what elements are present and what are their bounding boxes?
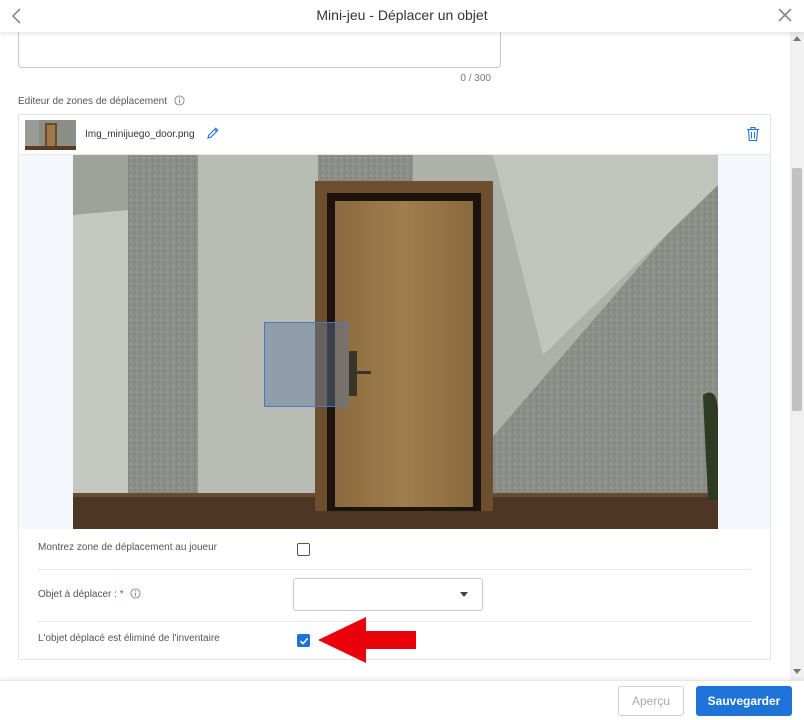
red-arrow-annotation: [318, 617, 416, 663]
object-label-text: Objet à déplacer :: [38, 589, 117, 600]
editor-label-text: Editeur de zones de déplacement: [18, 96, 167, 107]
scroll-down-icon[interactable]: [793, 669, 801, 674]
scrollbar-thumb[interactable]: [792, 168, 802, 411]
preview-button[interactable]: Aperçu: [618, 686, 684, 716]
description-textarea[interactable]: [18, 32, 501, 68]
show-zone-label: Montrez zone de déplacement au joueur: [38, 542, 218, 553]
scrollbar[interactable]: [790, 32, 804, 680]
scroll-up-icon[interactable]: [793, 36, 801, 41]
remove-inventory-label: L'objet déplacé est éliminé de l'inventa…: [38, 633, 220, 644]
required-mark: *: [119, 589, 124, 600]
save-button[interactable]: Sauvegarder: [696, 686, 792, 716]
checkmark-icon: [299, 637, 309, 645]
option-show-zone: Montrez zone de déplacement au joueur: [19, 529, 770, 569]
trash-icon[interactable]: [746, 126, 760, 142]
zone-editor-card: Img_minijuego_door.png Montrez zone de d…: [18, 114, 771, 660]
image-thumbnail: [25, 120, 76, 150]
modal-footer: Aperçu Sauvegarder: [0, 680, 804, 720]
char-counter: 0 / 300: [460, 73, 491, 84]
editor-section-label: Editeur de zones de déplacement: [18, 95, 185, 107]
modal-title: Mini-jeu - Déplacer un objet: [316, 7, 488, 23]
object-select[interactable]: [293, 578, 483, 611]
pencil-icon[interactable]: [206, 126, 220, 140]
chevron-down-icon: [460, 592, 468, 597]
remove-inventory-checkbox[interactable]: [297, 634, 310, 647]
door-scene-image: [73, 155, 718, 529]
show-zone-checkbox[interactable]: [297, 543, 310, 556]
info-icon[interactable]: [130, 588, 141, 599]
info-icon[interactable]: [174, 95, 185, 106]
close-icon[interactable]: [776, 6, 794, 24]
option-object-select: Objet à déplacer : *: [19, 570, 770, 620]
image-canvas-area: [19, 155, 770, 529]
modal-header: Mini-jeu - Déplacer un objet: [0, 0, 804, 32]
image-file-row: Img_minijuego_door.png: [19, 115, 770, 155]
modal-body: 0 / 300 Editeur de zones de déplacement …: [0, 32, 790, 680]
image-file-name: Img_minijuego_door.png: [85, 129, 195, 140]
drop-zone-rectangle[interactable]: [264, 322, 347, 407]
object-label: Objet à déplacer : *: [38, 588, 141, 600]
